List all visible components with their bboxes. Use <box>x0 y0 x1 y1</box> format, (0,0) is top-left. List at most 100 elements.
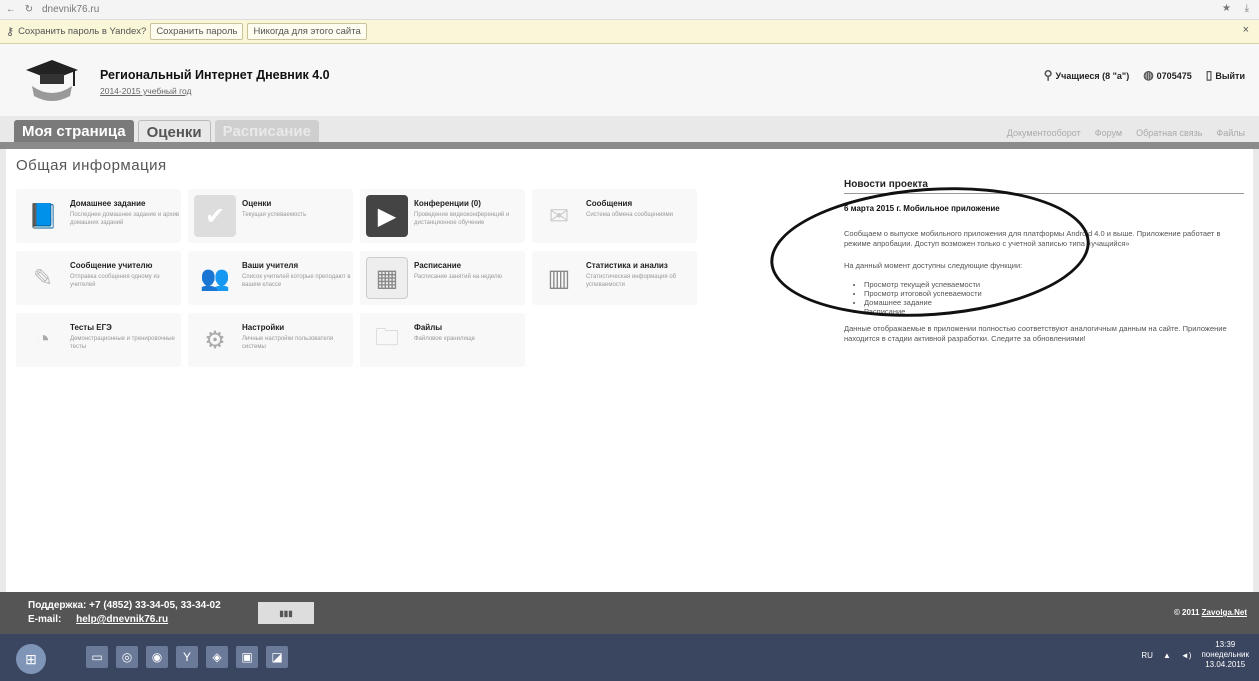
card-desc: Система обмена сообщениями <box>586 212 674 218</box>
school-year-link[interactable]: 2014-2015 учебный год <box>100 86 192 96</box>
card-messages[interactable]: ✉ Сообщения Система обмена сообщениями <box>532 189 697 243</box>
card-desc: Демонстрационные и тренировочные тесты <box>70 336 175 350</box>
user-icon: ⚲ <box>1043 68 1053 82</box>
globe-icon: ◍ <box>1143 68 1154 82</box>
user-bar: ⚲ Учащиеся (8 "а") ◍ 0705475 ▯ Выйти <box>1044 68 1245 82</box>
card-desc: Проведение видеоконференций и дистанцион… <box>414 212 510 226</box>
copyright: © 2011 Zavolga.Net <box>1174 608 1247 617</box>
card-message-teacher[interactable]: ✎ Сообщение учителю Отправка сообщения о… <box>16 251 181 305</box>
card-desc: Личные настройки пользователя системы <box>242 336 334 350</box>
card-title: Статистика и анализ <box>586 261 668 270</box>
user-role-label: Учащиеся (8 "а") <box>1055 71 1130 81</box>
card-title: Домашнее задание <box>70 199 146 208</box>
news-paragraph: Данные отображаемые в приложении полност… <box>844 324 1227 343</box>
link-files[interactable]: Файлы <box>1216 128 1245 138</box>
card-desc: Список учителей которые преподают в ваше… <box>242 274 351 288</box>
pencil-icon: ✎ <box>32 264 54 292</box>
never-save-button[interactable]: Никогда для этого сайта <box>247 23 367 40</box>
back-icon[interactable]: ← <box>4 4 18 15</box>
address-input[interactable]: dnevnik76.ru <box>42 4 99 15</box>
link-forum[interactable]: Форум <box>1095 128 1122 138</box>
user-role-link[interactable]: ⚲ Учащиеся (8 "а") <box>1044 68 1129 82</box>
tab-schedule[interactable]: Расписание <box>214 120 319 142</box>
card-title: Ваши учителя <box>242 261 299 270</box>
card-statistics[interactable]: ▥ Статистика и анализ Статистическая инф… <box>532 251 697 305</box>
book-icon: 📘 <box>28 202 58 230</box>
card-settings[interactable]: ⚙ Настройки Личные настройки пользовател… <box>188 313 353 367</box>
card-desc: Отправка сообщения одному из учителей <box>70 274 160 288</box>
copyright-link[interactable]: Zavolga.Net <box>1202 608 1247 617</box>
email-link[interactable]: help@dnevnik76.ru <box>76 614 168 625</box>
language-indicator[interactable]: RU <box>1141 651 1153 660</box>
card-desc: Статистическая информация об успеваемост… <box>586 274 677 288</box>
card-title: Конференции (0) <box>414 199 481 208</box>
card-title: Настройки <box>242 323 285 332</box>
card-desc: Файловое хранилище <box>414 336 476 342</box>
site-footer: Поддержка: +7 (4852) 33-34-05, 33-34-02 … <box>0 592 1259 634</box>
password-prompt-text: Сохранить пароль в Yandex? <box>18 26 147 37</box>
logout-label: Выйти <box>1215 71 1245 81</box>
card-title: Расписание <box>414 261 462 270</box>
save-password-button[interactable]: Сохранить пароль <box>150 23 244 40</box>
test-icon: ◔ <box>35 326 51 353</box>
card-desc: Последнее домашнее задание и архив домаш… <box>70 212 180 226</box>
app-icon[interactable]: ◉ <box>146 646 168 668</box>
chart-icon: ▥ <box>547 264 571 292</box>
key-icon: ⚷ <box>6 26 15 38</box>
windows-taskbar: ⊞ ▭ ◎ ◉ Y ◈ ▣ ◪ RU ▲ ◄) 13:39 понедельни… <box>0 634 1259 681</box>
clock-day: понедельник <box>1201 650 1249 659</box>
download-icon[interactable]: ⤓ <box>1245 3 1249 14</box>
link-feedback[interactable]: Обратная связь <box>1136 128 1202 138</box>
top-links: Документооборот Форум Обратная связь Фай… <box>1007 128 1245 138</box>
card-homework[interactable]: 📘 Домашнее задание Последнее домашнее за… <box>16 189 181 243</box>
volume-icon[interactable]: ◄) <box>1181 651 1192 660</box>
logout-button[interactable]: ▯ Выйти <box>1206 68 1245 82</box>
calendar-icon: ▦ <box>366 257 408 299</box>
page-title: Общая информация <box>16 157 167 174</box>
video-icon: ▶ <box>366 195 408 237</box>
card-title: Сообщение учителю <box>70 261 153 270</box>
bookmark-star-icon[interactable]: ★ <box>1222 3 1231 14</box>
tab-divider <box>0 142 1259 149</box>
app-icon[interactable]: ◪ <box>266 646 288 668</box>
link-documents[interactable]: Документооборот <box>1007 128 1081 138</box>
card-title: Сообщения <box>586 199 633 208</box>
tab-my-page[interactable]: Моя страница <box>14 120 134 142</box>
email-label: E-mail: <box>28 614 62 625</box>
door-icon: ▯ <box>1205 68 1213 82</box>
card-grades[interactable]: ✔ Оценки Текущая успеваемость <box>188 189 353 243</box>
card-title: Тесты ЕГЭ <box>70 323 112 332</box>
browser-url-bar: ← ↻ dnevnik76.ru ★ ⤓ <box>0 0 1259 20</box>
user-id-link[interactable]: ◍ 0705475 <box>1143 68 1192 82</box>
card-files[interactable]: 🗀 Файлы Файловое хранилище <box>360 313 525 367</box>
explorer-icon[interactable]: ▭ <box>86 646 108 668</box>
folder-icon: 🗀 <box>375 323 399 351</box>
card-conferences[interactable]: ▶ Конференции (0) Проведение видеоконфер… <box>360 189 525 243</box>
mail-icon: ✉ <box>548 202 570 230</box>
reload-icon[interactable]: ↻ <box>22 4 36 15</box>
site-title: Региональный Интернет Дневник 4.0 <box>100 68 330 82</box>
card-teachers[interactable]: 👥 Ваши учителя Список учителей которые п… <box>188 251 353 305</box>
yandex-browser-icon[interactable]: Y <box>176 646 198 668</box>
clock[interactable]: 13:39 понедельник 13.04.2015 <box>1201 640 1249 670</box>
gear-icon: ⚙ <box>204 326 226 354</box>
network-icon[interactable]: ▲ <box>1163 651 1171 660</box>
close-icon[interactable]: × <box>1243 24 1249 36</box>
card-title: Файлы <box>414 323 443 332</box>
user-id-label: 0705475 <box>1156 71 1192 81</box>
start-button-icon[interactable]: ⊞ <box>16 644 46 674</box>
support-email: E-mail: help@dnevnik76.ru <box>28 614 168 625</box>
check-icon: ✔ <box>194 195 236 237</box>
card-ege-tests[interactable]: ◔ Тесты ЕГЭ Демонстрационные и тренирово… <box>16 313 181 367</box>
app-icon[interactable]: ◈ <box>206 646 228 668</box>
counter-badge-icon[interactable]: ▮▮▮ <box>258 602 314 624</box>
card-title: Оценки <box>242 199 272 208</box>
app-icon[interactable]: ▣ <box>236 646 258 668</box>
people-icon: 👥 <box>200 264 230 292</box>
system-tray: RU ▲ ◄) 13:39 понедельник 13.04.2015 <box>1141 640 1249 670</box>
app-icon[interactable]: ◎ <box>116 646 138 668</box>
copyright-prefix: © 2011 <box>1173 608 1200 617</box>
card-schedule[interactable]: ▦ Расписание Расписание занятий на недел… <box>360 251 525 305</box>
tab-grades[interactable]: Оценки <box>137 120 211 142</box>
clock-date: 13.04.2015 <box>1205 660 1246 669</box>
